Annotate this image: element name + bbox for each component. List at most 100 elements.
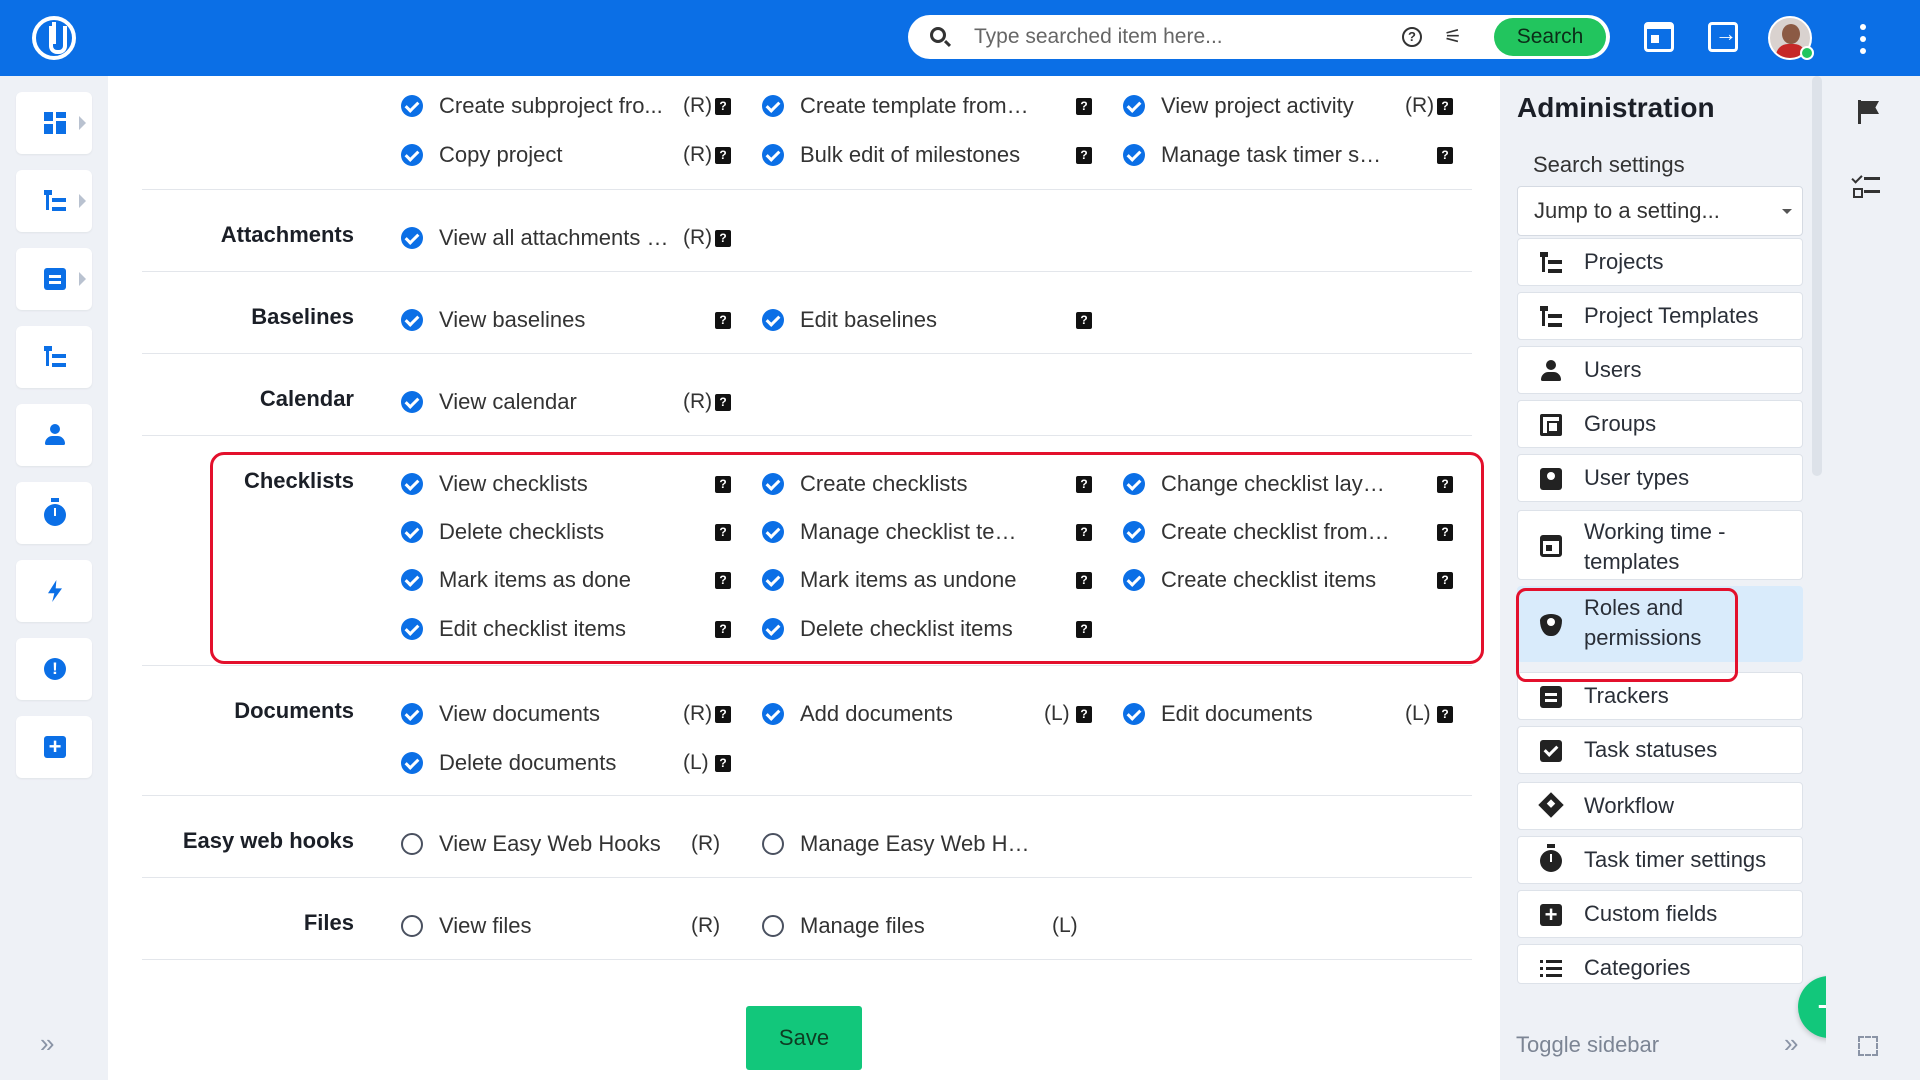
checkbox-unchecked-icon[interactable] [762,915,784,937]
checkbox-checked-icon[interactable] [762,703,784,725]
permission-item[interactable]: Edit baselines? [762,304,1102,334]
help-icon[interactable]: ? [1402,27,1422,47]
help-icon[interactable]: ? [715,394,731,411]
admin-item-task-statuses[interactable]: Task statuses [1517,726,1803,774]
permission-item[interactable]: View all attachments o... (R)? [401,222,741,252]
permission-item[interactable]: Create template from pro...? [762,90,1102,120]
help-icon[interactable]: ? [1076,147,1092,164]
more-menu-icon[interactable] [1860,24,1868,54]
permission-item[interactable]: Manage files (L) [762,910,1102,940]
admin-item-user-types[interactable]: User types [1517,454,1803,502]
nav-add-button[interactable] [16,716,92,778]
nav-dashboard-button[interactable] [16,92,92,154]
admin-item-working-time-templates[interactable]: Working time - templates [1517,510,1803,580]
permission-item[interactable]: View calendar (R)? [401,386,741,416]
admin-item-label: Projects [1584,249,1664,274]
permission-item[interactable]: Delete documents (L)? [401,747,741,777]
checkbox-checked-icon[interactable] [401,752,423,774]
help-icon[interactable]: ? [1076,706,1092,723]
admin-item-users[interactable]: Users [1517,346,1803,394]
clipboard-icon [1540,686,1562,708]
permission-item[interactable]: Add documents (L)? [762,698,1102,728]
checkbox-unchecked-icon[interactable] [401,915,423,937]
help-icon[interactable]: ? [1076,312,1092,329]
help-icon[interactable]: ? [715,755,731,772]
search-button[interactable]: Search [1494,18,1606,56]
checkbox-checked-icon[interactable] [401,309,423,331]
admin-item-label: Custom fields [1584,901,1718,926]
permission-label: Edit documents [1161,701,1313,726]
checkbox-checked-icon[interactable] [1123,703,1145,725]
fullscreen-icon[interactable] [1858,1036,1878,1056]
permission-item[interactable]: Create subproject fro... (R)? [401,90,741,120]
app-logo-icon[interactable] [32,16,76,60]
checkbox-checked-icon[interactable] [401,95,423,117]
checkbox-checked-icon[interactable] [1123,144,1145,166]
permission-item[interactable]: View baselines? [401,304,741,334]
nav-timer-button[interactable] [16,482,92,544]
admin-item-task-timer-settings[interactable]: Task timer settings [1517,836,1803,884]
checkbox-unchecked-icon[interactable] [401,833,423,855]
permission-item[interactable]: Manage Easy Web Hooks [762,828,1102,858]
checkbox-checked-icon[interactable] [762,144,784,166]
help-icon[interactable]: ? [715,230,731,247]
checkbox-checked-icon[interactable] [1123,95,1145,117]
permission-item[interactable]: View project activity (R)? [1123,90,1463,120]
nav-projects-button[interactable] [16,170,92,232]
checkbox-checked-icon[interactable] [401,227,423,249]
checkbox-checked-icon[interactable] [762,309,784,331]
permission-item[interactable]: View Easy Web Hooks (R) [401,828,741,858]
checkbox-checked-icon[interactable] [401,703,423,725]
nav-users-button[interactable] [16,404,92,466]
help-icon[interactable]: ? [715,147,731,164]
permission-item[interactable]: Edit documents (L)? [1123,698,1463,728]
diamond-icon [1538,792,1564,818]
checkbox-checked-icon[interactable] [401,391,423,413]
admin-scrollbar[interactable] [1812,76,1822,476]
admin-item-custom-fields[interactable]: Custom fields [1517,890,1803,938]
toggle-sidebar-icon[interactable]: » [1784,1028,1798,1059]
nav-project-tree-button[interactable] [16,326,92,388]
nav-tasks-button[interactable] [16,248,92,310]
admin-item-project-templates[interactable]: Project Templates [1517,292,1803,340]
permission-label: View all attachments o... [439,225,669,250]
admin-item-label: User types [1584,465,1690,490]
help-icon[interactable]: ? [715,706,731,723]
jump-to-setting-select[interactable]: Jump to a setting... [1517,186,1803,236]
filter-settings-icon[interactable]: ⚟ [1442,25,1464,49]
help-icon[interactable]: ? [1076,98,1092,115]
nav-actions-button[interactable] [16,560,92,622]
help-icon[interactable]: ? [715,312,731,329]
calendar-icon[interactable] [1644,22,1674,52]
admin-item-categories[interactable]: Categories [1517,944,1803,984]
logout-icon[interactable] [1708,21,1738,52]
checkbox-checked-icon[interactable] [762,95,784,117]
permission-label: View files [439,913,532,938]
permission-label: View baselines [439,307,586,332]
badge-icon [1540,468,1562,490]
admin-item-projects[interactable]: Projects [1517,238,1803,286]
permission-item[interactable]: View documents (R)? [401,698,741,728]
permission-item[interactable]: View files (R) [401,910,741,940]
nav-alerts-button[interactable] [16,638,92,700]
admin-item-workflow[interactable]: Workflow [1517,782,1803,830]
admin-item-groups[interactable]: Groups [1517,400,1803,448]
permission-label: View documents [439,701,601,726]
toggle-sidebar-link[interactable]: Toggle sidebar [1516,1032,1659,1058]
save-button[interactable]: Save [746,1006,862,1070]
help-icon[interactable]: ? [1437,706,1453,723]
search-input[interactable] [974,21,1394,53]
checkbox-checked-icon[interactable] [401,144,423,166]
project-tree-icon [1540,252,1562,274]
permission-item[interactable]: Bulk edit of milestones? [762,139,1102,169]
checkbox-unchecked-icon[interactable] [762,833,784,855]
help-icon[interactable]: ? [715,98,731,115]
flag-icon[interactable] [1858,100,1880,124]
help-icon[interactable]: ? [1437,98,1453,115]
permission-item[interactable]: Manage task timer setting...? [1123,139,1463,169]
permission-item[interactable]: Copy project (R)? [401,139,741,169]
help-icon[interactable]: ? [1437,147,1453,164]
checklist-icon[interactable] [1852,174,1880,198]
expand-nav-icon[interactable]: » [40,1028,54,1059]
timer-icon [44,498,66,526]
